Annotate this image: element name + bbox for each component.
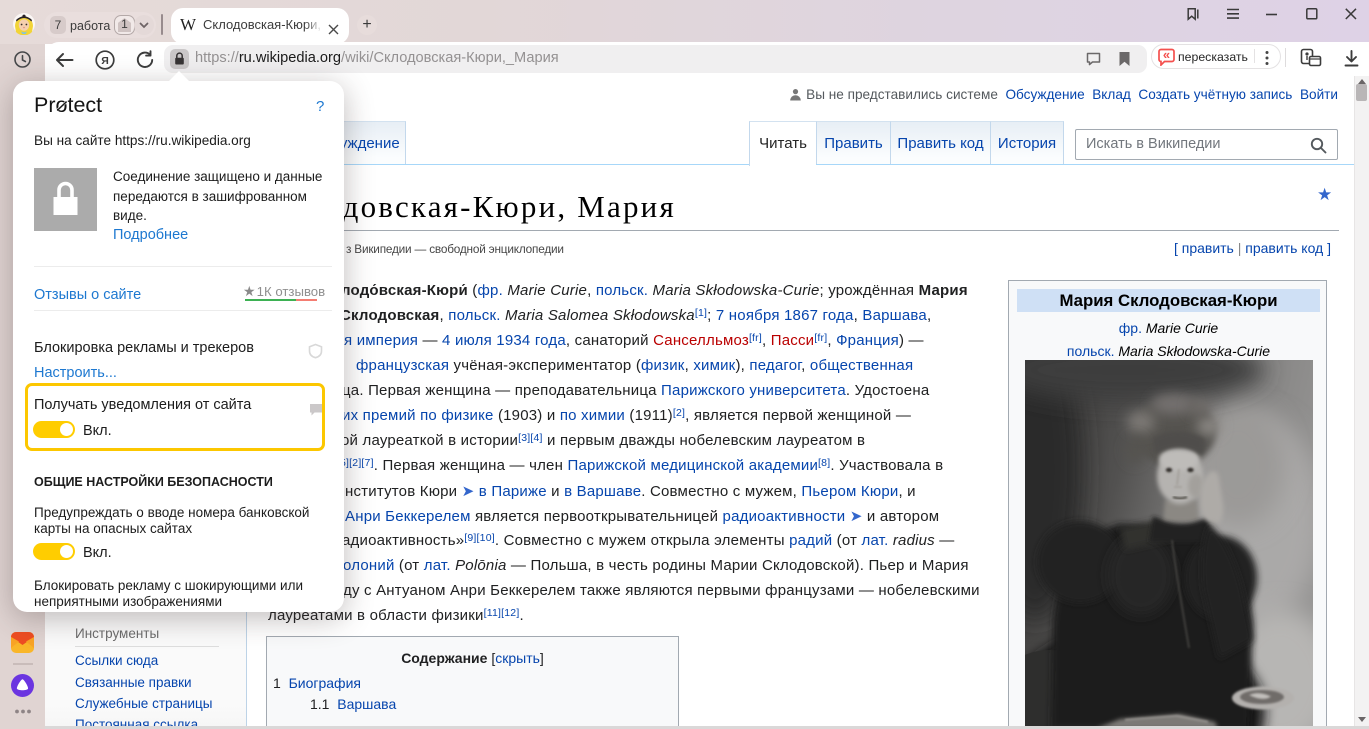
- svg-text:Я: Я: [101, 55, 109, 67]
- svg-text:«: «: [1163, 48, 1170, 62]
